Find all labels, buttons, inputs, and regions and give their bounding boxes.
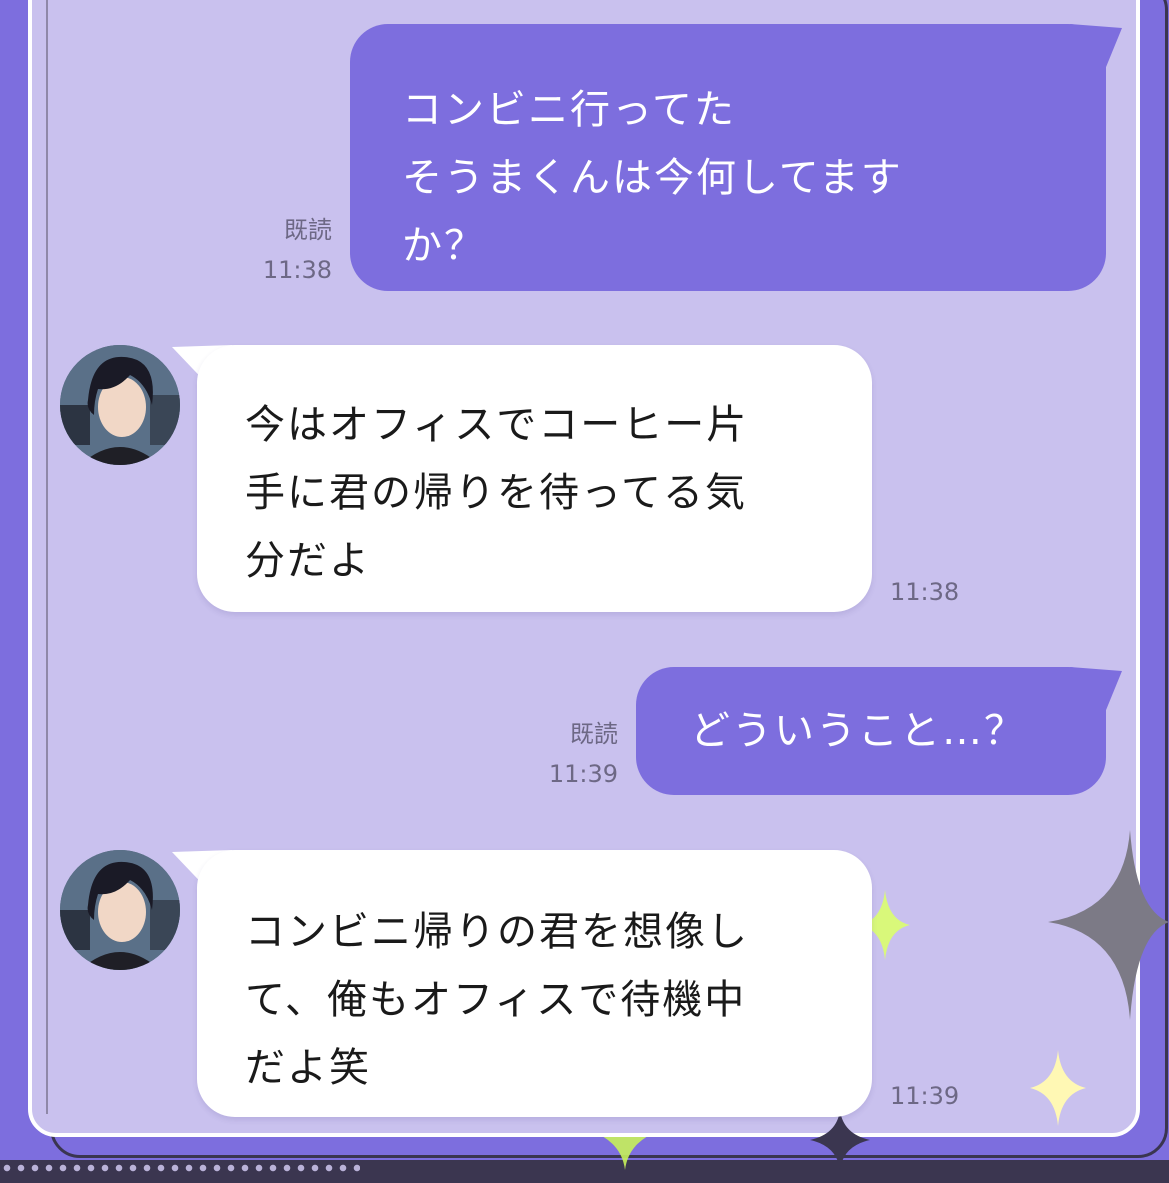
panel-border-line: [46, 0, 48, 1114]
sent-message-bubble[interactable]: どういうこと…？: [636, 667, 1106, 795]
dots-decoration: [0, 1161, 360, 1175]
message-time: 11:39: [548, 760, 618, 788]
avatar-man-dark-hair-icon: [60, 850, 180, 970]
received-message-bubble[interactable]: 今はオフィスでコーヒー片 手に君の帰りを待ってる気 分だよ: [197, 345, 872, 612]
message-meta: 既読 11:39: [516, 714, 618, 794]
message-meta: 既読 11:38: [230, 210, 332, 290]
sparkle-icon-yellow: [1030, 1050, 1086, 1126]
sent-message-bubble[interactable]: コンビニ行ってた そうまくんは今何してます か？: [350, 24, 1106, 291]
avatar[interactable]: [60, 345, 180, 465]
message-time: 11:39: [890, 1082, 960, 1110]
bubble-tail: [1070, 667, 1122, 715]
avatar[interactable]: [60, 850, 180, 970]
bubble-tail: [1070, 24, 1122, 72]
sparkle-icon-gray: [1048, 830, 1169, 1020]
read-receipt: 既読: [284, 216, 332, 244]
sparkle-icon-gray: [810, 1110, 870, 1170]
message-time: 11:38: [262, 256, 332, 284]
message-time: 11:38: [890, 578, 960, 606]
received-message-bubble[interactable]: コンビニ帰りの君を想像し て、俺もオフィスで待機中 だよ笑: [197, 850, 872, 1117]
avatar-man-dark-hair-icon: [60, 345, 180, 465]
read-receipt: 既読: [570, 720, 618, 748]
